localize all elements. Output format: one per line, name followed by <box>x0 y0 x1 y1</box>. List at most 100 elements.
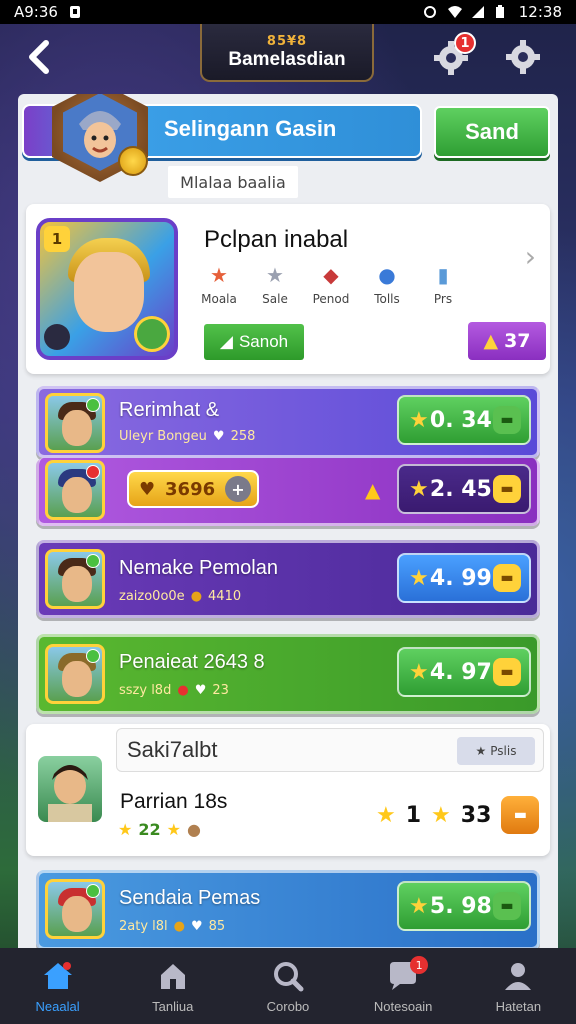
rating-chip[interactable]: ★ 0. 34 ▬ <box>397 395 531 445</box>
player-card-tag-label: Pslis <box>490 744 517 758</box>
chevron-right-icon[interactable]: › <box>525 240 536 273</box>
heart-icon: ♥ <box>194 683 207 698</box>
stat-row: ★ Moala ★ Sale ◆ Penod ● Tolls ▮ Prs <box>198 262 464 306</box>
stat-item: ★ Sale <box>254 262 296 306</box>
pills-icon: ● <box>378 263 396 287</box>
row-name: Nemake Pemolan <box>119 557 278 579</box>
emoji-icon: ▬ <box>493 406 521 434</box>
row-meta-value: 23 <box>212 683 229 698</box>
search-button[interactable]: ◢ Sanoh <box>204 324 304 360</box>
stat-item: ★ Moala <box>198 262 240 306</box>
player-meta: ★ 22 ★ ● <box>118 820 201 839</box>
row-meta-value: 85 <box>208 919 226 934</box>
star-icon: ★ <box>118 820 133 839</box>
plus-icon[interactable]: + <box>225 476 251 502</box>
stat-label: Penod <box>312 292 350 306</box>
coin-icon: ● <box>190 589 203 604</box>
player-name: Parrian 18s <box>120 790 228 813</box>
list-item[interactable]: Penaieat 2643 8 sszy l8d ● ♥ 23 ★ 4. 97 … <box>36 634 540 714</box>
emoji-icon: ▬ <box>493 892 521 920</box>
list-item[interactable]: Nemake Pemolan zaizo0o0e ● 4410 ★ 4. 99 … <box>36 540 540 618</box>
player-rating-b: 33 <box>460 802 492 828</box>
emoji-icon: ▬ <box>493 564 521 592</box>
apple-icon: ● <box>177 683 189 698</box>
row-meta-text: sszy l8d <box>119 683 172 698</box>
search-icon <box>271 959 305 993</box>
nav-home[interactable]: Neaalal <box>3 948 113 1024</box>
emoji-icon: ▬ <box>493 658 521 686</box>
coin-icon: ● <box>173 919 185 934</box>
header: 85¥8 Bamelasdian 1 <box>0 24 576 94</box>
rating-chip[interactable]: ★ 4. 97 ▬ <box>397 647 531 697</box>
stat-label: Tolls <box>374 292 400 306</box>
nav-label: Neaalal <box>35 998 80 1014</box>
notification-badge: 1 <box>454 32 476 54</box>
heart-icon: ♥ <box>212 429 225 444</box>
status-time-right: 12:38 <box>518 3 562 21</box>
nav-search[interactable]: Corobo <box>233 948 343 1024</box>
rating-value: 2. 45 <box>429 476 492 502</box>
row-meta: sszy l8d ● ♥ 23 <box>119 683 229 698</box>
meat-icon: ◆ <box>323 263 339 287</box>
star-icon: ★ <box>409 659 429 685</box>
back-arrow-icon <box>29 40 49 74</box>
rating-chip[interactable]: ★ 2. 45 ▬ <box>397 464 531 514</box>
player-card-header: Saki7albt ★ Pslis <box>116 728 544 772</box>
jar-icon: ▮ <box>437 263 449 287</box>
featured-card[interactable]: 1 Pclpan inabal › ★ Moala ★ Sale ◆ Penod… <box>26 204 550 374</box>
row-meta-value: 258 <box>230 429 256 444</box>
send-button[interactable]: Sand <box>434 106 550 158</box>
player-card[interactable]: Saki7albt ★ Pslis Parrian 18s ★ 22 ★ ● ★… <box>26 724 550 856</box>
stat-item: ◆ Penod <box>310 262 352 306</box>
rating-value: 5. 98 <box>429 893 492 919</box>
list-item[interactable]: Rerimhat & Uleyr Bongeu ♥ 258 ★ 0. 34 ▬ <box>36 386 540 458</box>
rating-value: 4. 99 <box>429 565 492 591</box>
rating-value: 4. 97 <box>429 659 492 685</box>
emoji-icon[interactable]: ▬ <box>501 796 540 834</box>
coin-icon: ♥ <box>139 478 156 500</box>
star-icon: ★ <box>210 263 228 287</box>
page-title: Bamelasdian <box>228 48 346 70</box>
nav-tavern[interactable]: Tanliua <box>118 948 228 1024</box>
row-meta-text: zaizo0o0e <box>119 589 185 604</box>
rating-chip[interactable]: ★ 5. 98 ▬ <box>397 881 531 931</box>
score-chip: ▲ 37 <box>468 322 546 360</box>
list-item[interactable]: ♥ 3696 + ▲ ★ 2. 45 ▬ <box>36 458 540 526</box>
home-icon <box>41 959 75 993</box>
coin-icon <box>118 146 148 176</box>
battery-icon <box>495 5 509 19</box>
row-avatar <box>45 460 105 520</box>
settings-button[interactable] <box>500 34 546 80</box>
signal-icon <box>471 5 485 19</box>
player-card-tag: ★ Pslis <box>457 737 535 765</box>
star-icon: ★ <box>431 802 451 828</box>
nav-messages[interactable]: 1 Notesoain <box>348 948 458 1024</box>
star-icon: ★ <box>166 820 181 839</box>
score-value: 37 <box>504 330 531 352</box>
star-icon: ★ <box>376 802 396 828</box>
row-avatar <box>45 549 105 609</box>
search-label: Sanoh <box>238 332 289 351</box>
row-meta: zaizo0o0e ● 4410 <box>119 589 241 604</box>
row-meta: 2aty l8l ● ♥ 85 <box>119 919 225 934</box>
coin-icon: ● <box>186 820 201 839</box>
stat-label: Prs <box>433 292 453 306</box>
back-button[interactable] <box>18 36 60 78</box>
player-meta-value: 22 <box>138 820 161 839</box>
achievements-button[interactable]: 1 <box>428 32 476 80</box>
search-icon: ◢ <box>219 332 233 351</box>
coin-value: 3696 <box>165 478 216 500</box>
row-avatar <box>45 393 105 453</box>
list-item[interactable]: Sendaia Pemas 2aty l8l ● ♥ 85 ★ 5. 98 ▬ <box>36 870 540 950</box>
row-name: Penaieat 2643 8 <box>119 651 265 673</box>
row-avatar <box>45 879 105 939</box>
house-icon <box>156 959 190 993</box>
rating-chip[interactable]: ★ 4. 99 ▬ <box>397 553 531 603</box>
row-name: Sendaia Pemas <box>119 887 261 909</box>
rating-value: 0. 34 <box>429 407 492 433</box>
player-rating-a: 1 <box>405 802 422 828</box>
class-icon <box>44 324 70 350</box>
coin-chip[interactable]: ♥ 3696 + <box>127 470 259 508</box>
stat-item: ▮ Prs <box>422 262 464 306</box>
nav-profile[interactable]: Hatetan <box>463 948 573 1024</box>
